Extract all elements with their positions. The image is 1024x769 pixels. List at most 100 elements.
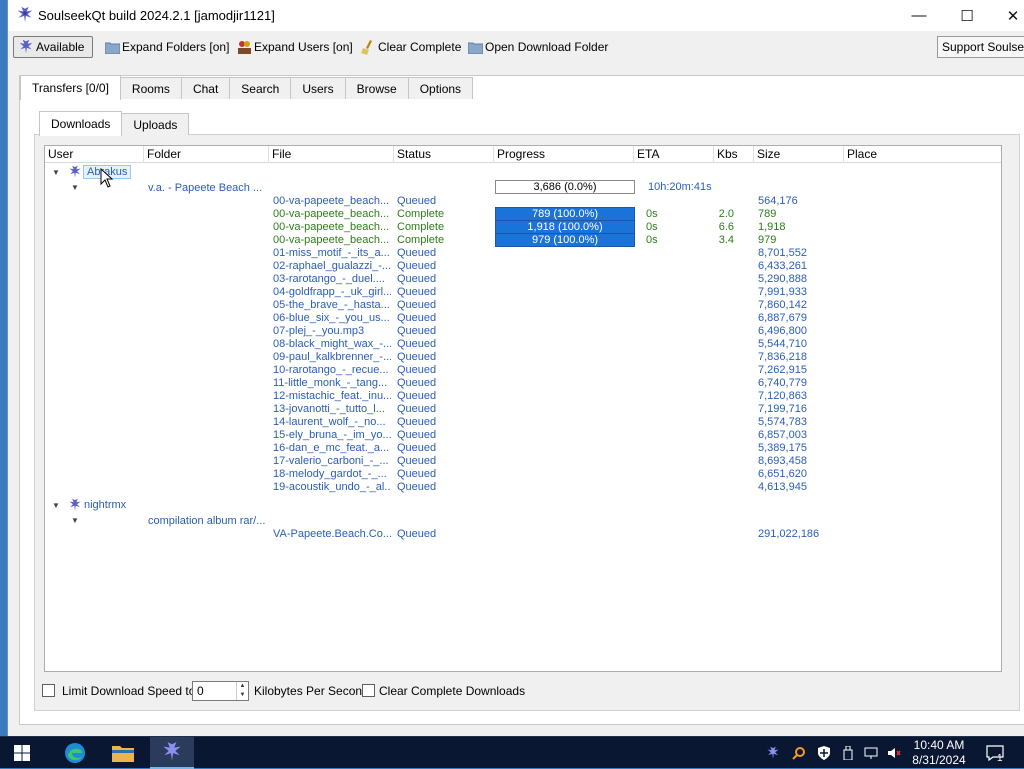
file-status: Queued bbox=[397, 286, 437, 298]
file-eta: 0s bbox=[646, 208, 658, 220]
column-header-status[interactable]: Status bbox=[394, 146, 494, 163]
tab-downloads[interactable]: Downloads bbox=[39, 111, 123, 136]
file-status: Queued bbox=[397, 338, 437, 350]
file-row[interactable]: VA-Papeete.Beach.Co... Queued 291,022,186 bbox=[45, 528, 1001, 541]
file-name: 03-rarotango_-_duel.... bbox=[273, 273, 385, 285]
tab-transfers[interactable]: Transfers [0/0] bbox=[20, 75, 121, 100]
speed-spinbox[interactable]: 0 ▲ ▼ bbox=[192, 681, 249, 701]
file-name: 00-va-papeete_beach... bbox=[273, 234, 390, 246]
column-header-kbs[interactable]: Kbs bbox=[714, 146, 754, 163]
available-button[interactable]: Available bbox=[13, 36, 93, 58]
expand-users-label: Expand Users [on] bbox=[254, 40, 353, 54]
file-size: 291,022,186 bbox=[758, 528, 820, 540]
file-name: 10-rarotango_-_recue... bbox=[273, 364, 389, 376]
file-name: 12-mistachic_feat._inu... bbox=[273, 390, 391, 402]
expand-folders-button[interactable]: Expand Folders [on] bbox=[100, 36, 233, 58]
file-row[interactable]: 18-melody_gardot_-_... Queued 6,651,620 bbox=[45, 468, 1001, 481]
downloads-table[interactable]: User Folder File Status Progress ETA Kbs… bbox=[44, 145, 1002, 672]
taskbar-clock[interactable]: 10:40 AM 8/31/2024 bbox=[900, 738, 978, 768]
file-name: 13-jovanotti_-_tutto_l... bbox=[273, 403, 385, 415]
file-row[interactable]: 00-va-papeete_beach... Complete 979 (100.0… bbox=[45, 233, 1001, 247]
file-row[interactable]: 15-ely_bruna_-_im_yo... Queued 6,857,003 bbox=[45, 429, 1001, 442]
tab-chat[interactable]: Chat bbox=[180, 77, 231, 99]
column-header-size[interactable]: Size bbox=[754, 146, 844, 163]
taskbar-soulseek[interactable] bbox=[150, 737, 194, 769]
soulseek-tray-icon[interactable] bbox=[765, 745, 781, 761]
file-status: Complete bbox=[397, 208, 445, 220]
file-row[interactable]: 13-jovanotti_-_tutto_l... Queued 7,199,716 bbox=[45, 403, 1001, 416]
column-header-place[interactable]: Place bbox=[844, 146, 1001, 163]
file-name: 18-melody_gardot_-_... bbox=[273, 468, 387, 480]
notifications-icon[interactable]: 1 bbox=[985, 745, 1005, 764]
file-progress-bar: 789 (100.0%) bbox=[495, 207, 635, 221]
security-shield-icon[interactable] bbox=[816, 745, 832, 761]
taskbar-file-explorer[interactable] bbox=[101, 737, 145, 769]
file-row[interactable]: 08-black_might_wax_-... Queued 5,544,710 bbox=[45, 338, 1001, 351]
folder-icon bbox=[104, 39, 120, 55]
file-name: 02-raphael_gualazzi_-... bbox=[273, 260, 391, 272]
tab-search[interactable]: Search bbox=[229, 77, 292, 99]
file-size: 789 bbox=[758, 208, 777, 220]
tab-browse[interactable]: Browse bbox=[344, 77, 409, 99]
file-row[interactable]: 02-raphael_gualazzi_-... Queued 6,433,261 bbox=[45, 260, 1001, 273]
file-name: VA-Papeete.Beach.Co... bbox=[273, 528, 391, 540]
file-row[interactable]: 09-paul_kalkbrenner_-... Queued 7,836,218 bbox=[45, 351, 1001, 364]
support-soulseek-button[interactable]: Support Soulseek bbox=[937, 36, 1024, 58]
spin-arrows-icon[interactable]: ▲ ▼ bbox=[236, 682, 248, 700]
folder-progress-bar: 3,686 (0.0%) bbox=[495, 180, 635, 194]
start-button[interactable] bbox=[0, 737, 44, 769]
file-name: 11-little_monk_-_tang... bbox=[273, 377, 388, 389]
file-row[interactable]: 17-valerio_carboni_-_... Queued 8,693,458 bbox=[45, 455, 1001, 468]
minimize-button[interactable]: — bbox=[896, 0, 942, 31]
network-icon[interactable] bbox=[863, 745, 879, 761]
file-size: 6,857,003 bbox=[758, 429, 807, 441]
file-name: 19-acoustik_undo_-_al... bbox=[273, 481, 391, 493]
file-status: Queued bbox=[397, 312, 437, 324]
file-size: 1,918 bbox=[758, 221, 786, 233]
file-row[interactable]: 03-rarotango_-_duel.... Queued 5,290,888 bbox=[45, 273, 1001, 286]
file-row[interactable]: 19-acoustik_undo_-_al... Queued 4,613,945 bbox=[45, 481, 1001, 494]
tab-users[interactable]: Users bbox=[290, 77, 346, 99]
folder-eta: 10h:20m:41s bbox=[648, 181, 712, 193]
tab-label: Users bbox=[302, 81, 334, 96]
column-header-file[interactable]: File bbox=[269, 146, 394, 163]
file-row[interactable]: 11-little_monk_-_tang... Queued 6,740,779 bbox=[45, 377, 1001, 390]
file-row[interactable]: 06-blue_six_-_you_us... Queued 6,887,679 bbox=[45, 312, 1001, 325]
file-row[interactable]: 10-rarotango_-_recue... Queued 7,262,915 bbox=[45, 364, 1001, 377]
limit-speed-checkbox[interactable] bbox=[42, 684, 55, 697]
table-header: User Folder File Status Progress ETA Kbs… bbox=[45, 146, 1001, 163]
clear-complete-downloads-checkbox[interactable] bbox=[362, 684, 375, 697]
tab-options[interactable]: Options bbox=[407, 77, 474, 99]
file-row[interactable]: 01-miss_motif_-_its_a... Queued 8,701,552 bbox=[45, 247, 1001, 260]
file-row[interactable]: 05-the_brave_-_hasta... Queued 7,860,142 bbox=[45, 299, 1001, 312]
column-header-user[interactable]: User bbox=[45, 146, 144, 163]
collapse-arrow-icon[interactable]: ▼ bbox=[71, 517, 79, 525]
user-node-nightrmx[interactable]: nightrmx bbox=[67, 498, 127, 512]
column-header-eta[interactable]: ETA bbox=[634, 146, 714, 163]
folder-summary-row: 3,686 (0.0%) 10h:20m:41s bbox=[45, 180, 1001, 194]
open-download-folder-button[interactable]: Open Download Folder bbox=[463, 36, 612, 58]
collapse-arrow-icon[interactable]: ▼ bbox=[52, 502, 60, 510]
usb-device-icon[interactable] bbox=[840, 745, 856, 761]
file-row[interactable]: 07-plej_-_you.mp3 Queued 6,496,800 bbox=[45, 325, 1001, 338]
file-row[interactable]: 12-mistachic_feat._inu... Queued 7,120,863 bbox=[45, 390, 1001, 403]
file-row[interactable]: 04-goldfrapp_-_uk_girl... Queued 7,991,933 bbox=[45, 286, 1001, 299]
file-row[interactable]: 14-laurent_wolf_-_no... Queued 5,574,783 bbox=[45, 416, 1001, 429]
file-eta: 0s bbox=[646, 234, 658, 246]
column-header-progress[interactable]: Progress bbox=[494, 146, 634, 163]
tab-rooms[interactable]: Rooms bbox=[119, 77, 182, 99]
tab-uploads[interactable]: Uploads bbox=[121, 113, 190, 135]
taskbar-edge[interactable] bbox=[53, 737, 97, 769]
column-header-folder[interactable]: Folder bbox=[144, 146, 269, 163]
file-size: 7,262,915 bbox=[758, 364, 807, 376]
expand-users-button[interactable]: Expand Users [on] bbox=[232, 36, 357, 58]
collapse-arrow-icon[interactable]: ▼ bbox=[52, 169, 60, 177]
clear-complete-button[interactable]: Clear Complete bbox=[356, 36, 465, 58]
file-row[interactable]: 16-dan_e_mc_feat._a... Queued 5,389,175 bbox=[45, 442, 1001, 455]
tab-label: Browse bbox=[356, 81, 397, 96]
file-size: 4,613,945 bbox=[758, 481, 807, 493]
file-status: Queued bbox=[397, 377, 437, 389]
maximize-button[interactable]: ☐ bbox=[944, 0, 990, 31]
search-tray-icon[interactable] bbox=[791, 745, 807, 761]
close-button[interactable]: ✕ bbox=[990, 0, 1024, 31]
